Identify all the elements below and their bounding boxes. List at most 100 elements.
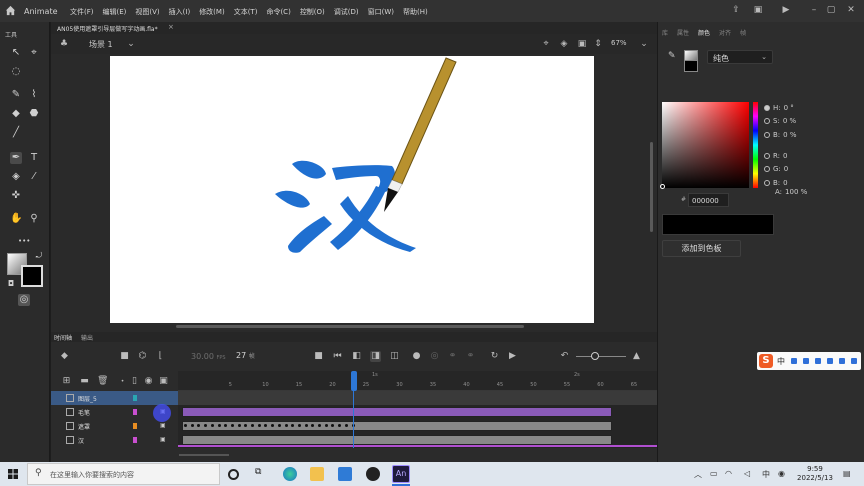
menu-item-5[interactable]: 文本(T) [234, 7, 258, 17]
stop-icon[interactable]: ■ [313, 351, 324, 362]
ime-icon-3[interactable] [815, 358, 821, 364]
ime-icon-6[interactable] [851, 358, 857, 364]
keyframe-dot[interactable] [217, 424, 221, 427]
layer-color-swatch[interactable] [133, 395, 137, 401]
clock[interactable]: 9:59 2022/5/13 [795, 465, 835, 483]
keyframe-dot[interactable] [237, 424, 241, 427]
brush-tool-icon[interactable]: ✎ [10, 89, 22, 101]
zoom-dropdown-icon[interactable]: ⌄ [639, 39, 649, 49]
scene-name[interactable]: 场景 1 [89, 39, 113, 50]
workspace-icon[interactable]: ▣ [752, 4, 764, 16]
new-layer-icon[interactable]: ⊞ [61, 376, 72, 387]
tab-output[interactable]: 输出 [81, 333, 93, 342]
edit-multiple-icon[interactable]: ◎ [429, 351, 440, 362]
menu-item-7[interactable]: 控制(O) [300, 7, 325, 17]
menu-item-1[interactable]: 编辑(E) [103, 7, 127, 17]
animate-taskbar-icon[interactable]: An [392, 465, 410, 483]
volume-icon[interactable]: ◁ [744, 469, 750, 478]
lock-all-icon[interactable]: ▣ [158, 376, 169, 387]
pen-tool-icon[interactable]: ✒ [10, 152, 22, 164]
frame-row[interactable] [178, 433, 657, 447]
stage-horizontal-scrollbar[interactable] [176, 325, 524, 328]
fit-timeline-icon[interactable]: ▲ [631, 351, 642, 362]
color-mode-radio[interactable] [764, 166, 770, 172]
panel-tab-0[interactable]: 库 [662, 28, 668, 38]
menu-item-2[interactable]: 视图(V) [135, 7, 159, 17]
taskbar-lang[interactable]: 中 [762, 469, 770, 480]
keyframe-dot[interactable] [318, 424, 321, 427]
notification-icon[interactable]: ▤ [843, 469, 851, 478]
frame-row[interactable] [178, 391, 657, 405]
playhead-handle[interactable] [351, 371, 357, 391]
keyframe-dot[interactable] [257, 424, 261, 427]
swap-colors-icon[interactable]: ⤾ [33, 250, 45, 262]
close-icon[interactable]: ✕ [845, 4, 857, 16]
eraser-tool-icon[interactable]: ◆ [10, 108, 22, 120]
frame-row[interactable] [178, 405, 657, 419]
timeline-scrollbar[interactable] [179, 454, 229, 456]
hue-slider[interactable] [753, 102, 758, 188]
zoom-tool-icon[interactable]: ⚲ [28, 213, 40, 225]
eyedropper-icon[interactable]: ⁄ [28, 171, 40, 183]
fill-color-swatch[interactable] [21, 265, 43, 287]
menu-item-8[interactable]: 调试(D) [334, 7, 359, 17]
layer-lock-icon[interactable]: ▣ [160, 436, 166, 443]
parenting-icon[interactable]: ⌬ [137, 351, 148, 362]
color-value-row[interactable]: G: 0 [764, 165, 788, 173]
color-type-select[interactable]: 纯色 ⌄ [707, 50, 773, 64]
layer-lock-icon[interactable]: ▣ [160, 422, 166, 429]
color-value[interactable]: 0 [783, 179, 787, 187]
color-mode-radio[interactable] [764, 180, 770, 186]
color-value-row[interactable]: S: 0 % [764, 117, 796, 125]
saturation-brightness-picker[interactable] [662, 102, 749, 188]
play-icon[interactable]: ▶ [780, 4, 792, 16]
clip-content-icon[interactable]: ▣ [577, 39, 587, 49]
current-frame-display[interactable]: 27 帧 [236, 351, 255, 360]
keyframe-dot[interactable] [284, 424, 288, 427]
paint-bucket-icon[interactable]: ◈ [10, 171, 22, 183]
ime-toolbar[interactable]: S 中 [757, 352, 861, 370]
color-value-row[interactable]: R: 0 [764, 152, 787, 160]
outline-layers-icon[interactable]: ▯ [129, 376, 140, 387]
selection-tool-icon[interactable]: ↖ [10, 47, 22, 59]
frame-ruler[interactable]: 5 10 15 20 25 30 35 40 45 50 55 60 65 1s 2s [178, 371, 657, 391]
ime-icon-4[interactable] [827, 358, 833, 364]
store-icon[interactable] [338, 467, 352, 481]
color-value-row[interactable]: H: 0 ° [764, 104, 794, 112]
menu-item-9[interactable]: 窗口(W) [368, 7, 394, 17]
subselect-tool-icon[interactable]: ⌖ [28, 47, 40, 59]
layer-depth-icon[interactable]: ◆ [59, 351, 70, 362]
stage[interactable] [110, 56, 594, 323]
color-value[interactable]: 0 ° [784, 104, 794, 112]
file-explorer-icon[interactable] [310, 467, 324, 481]
taskbar-search[interactable]: ⚲ 在这里输入你要搜索的内容 [27, 463, 220, 485]
layer-color-swatch[interactable] [133, 409, 137, 415]
onion-outline-icon[interactable]: ⚭ [447, 351, 458, 362]
frame-scale-knob[interactable] [591, 352, 599, 360]
dell-icon[interactable] [366, 467, 380, 481]
menu-item-6[interactable]: 命令(C) [266, 7, 290, 17]
menu-item-3[interactable]: 插入(I) [169, 7, 191, 17]
onion-skin-icon[interactable]: ● [411, 351, 422, 362]
layer-name[interactable]: 毛笔 [78, 408, 90, 417]
prev-frame-icon[interactable]: ◧ [351, 351, 362, 362]
edge-icon[interactable] [283, 467, 297, 481]
delete-layer-icon[interactable]: 🗑 [97, 376, 108, 387]
panel-tab-3[interactable]: 对齐 [719, 28, 731, 38]
layer-name[interactable]: 图层_5 [78, 394, 97, 403]
frame-scale-slider[interactable] [576, 356, 626, 357]
color-mode-radio[interactable] [764, 132, 770, 138]
keyframe-dot[interactable] [190, 424, 194, 427]
frame-span[interactable] [182, 407, 612, 417]
text-tool-icon[interactable]: T [28, 152, 40, 164]
minimize-icon[interactable]: – [808, 4, 820, 16]
tab-close-icon[interactable]: × [168, 23, 174, 31]
color-value-row[interactable]: B: 0 % [764, 131, 797, 139]
alpha-row[interactable]: A: 100 % [775, 188, 807, 196]
panel-tab-1[interactable]: 属性 [677, 28, 689, 38]
keyframe-dot[interactable] [210, 424, 214, 427]
ime-icon-5[interactable] [839, 358, 845, 364]
frame-row[interactable] [178, 419, 657, 433]
keyframe-dot[interactable] [184, 424, 187, 427]
insert-keyframe-icon[interactable]: ◨ [370, 351, 381, 362]
